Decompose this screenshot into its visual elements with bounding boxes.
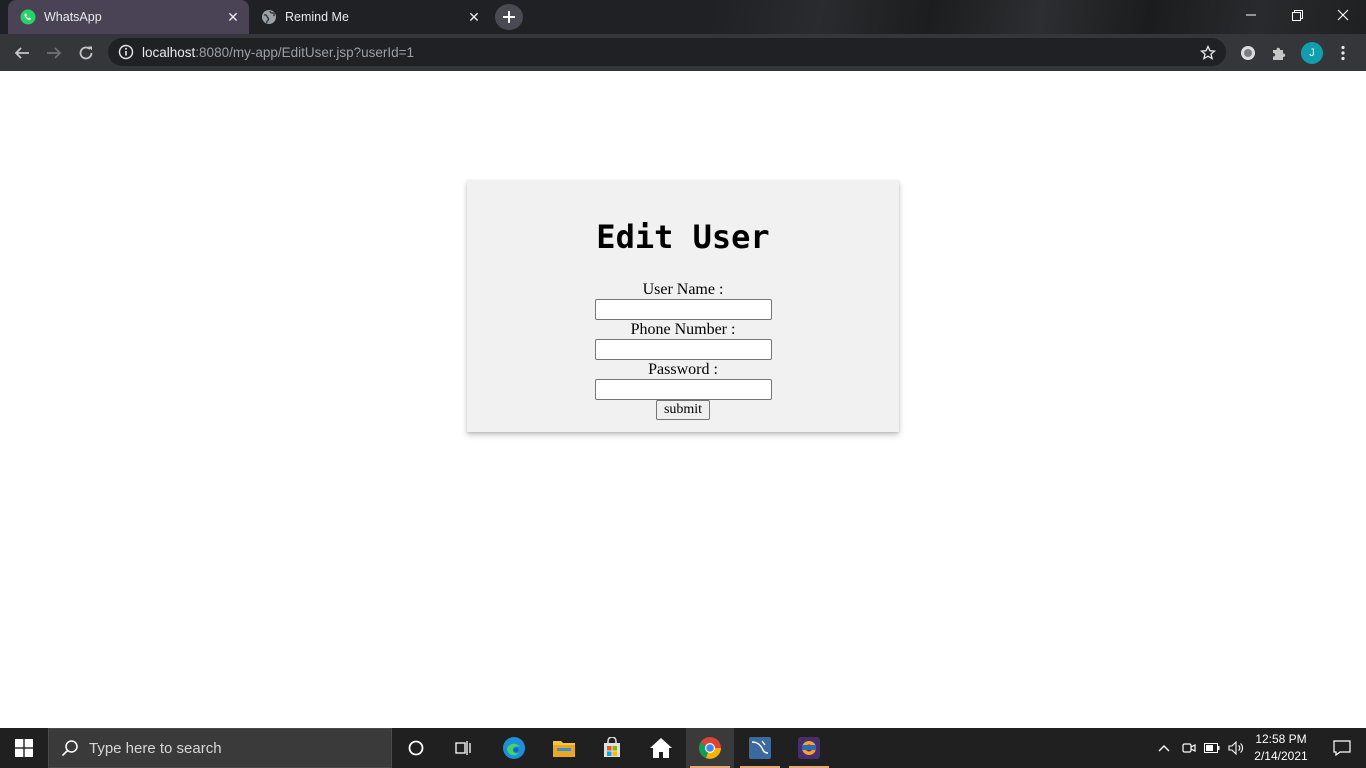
edge-icon — [503, 737, 525, 759]
mysql-workbench-icon — [749, 737, 771, 759]
taskbar-mysql-workbench[interactable] — [736, 728, 784, 768]
chrome-icon — [699, 737, 721, 759]
taskbar-search-box[interactable]: Type here to search — [48, 728, 392, 768]
volume-icon[interactable] — [1224, 728, 1248, 768]
clock-time: 12:58 PM — [1255, 732, 1307, 746]
whatsapp-icon — [20, 9, 36, 25]
submit-button[interactable]: submit — [655, 400, 711, 420]
battery-icon[interactable] — [1201, 728, 1223, 768]
extensions-puzzle-icon[interactable] — [1266, 40, 1292, 66]
browser-toolbar: localhost:8080/my-app/EditUser.jsp?userI… — [0, 34, 1366, 71]
username-label: User Name : — [642, 281, 724, 298]
forward-button[interactable] — [41, 40, 67, 66]
taskbar-file-explorer[interactable] — [540, 728, 588, 768]
extension-circle-icon[interactable] — [1235, 40, 1261, 66]
tab-title: Remind Me — [285, 10, 349, 24]
taskbar-store[interactable] — [588, 728, 636, 768]
phone-number-label: Phone Number : — [630, 321, 736, 338]
close-window-button[interactable] — [1320, 0, 1366, 30]
taskbar-chrome[interactable] — [686, 728, 734, 768]
clock-date: 2/14/2021 — [1254, 749, 1308, 763]
restore-button[interactable] — [1274, 0, 1320, 30]
start-button[interactable] — [0, 728, 48, 768]
reload-icon — [79, 46, 93, 60]
meet-now-icon[interactable] — [1178, 728, 1200, 768]
password-input[interactable] — [594, 379, 772, 400]
back-button[interactable] — [9, 40, 35, 66]
task-view-button[interactable] — [440, 728, 488, 768]
store-bag-icon — [604, 737, 620, 757]
action-center-button[interactable] — [1318, 728, 1366, 768]
windows-logo-icon — [15, 739, 33, 757]
folder-icon — [553, 741, 575, 757]
tab-remind-me[interactable]: Remind Me ✕ — [249, 0, 490, 34]
minimize-button[interactable] — [1228, 0, 1274, 30]
close-tab-icon[interactable]: ✕ — [221, 5, 245, 29]
cortana-circle-icon — [408, 740, 424, 756]
tab-whatsapp[interactable]: WhatsApp ✕ — [8, 0, 249, 34]
taskbar-home[interactable] — [637, 728, 685, 768]
home-icon — [650, 738, 672, 758]
username-input[interactable] — [594, 299, 772, 320]
reload-button[interactable] — [73, 40, 99, 66]
globe-icon — [261, 9, 277, 25]
page-title: Edit User — [596, 218, 770, 256]
search-icon — [61, 740, 78, 757]
system-clock[interactable]: 12:58 PM 2/14/2021 — [1250, 731, 1312, 765]
taskbar-edge[interactable] — [490, 728, 538, 768]
password-label: Password : — [648, 361, 718, 378]
address-bar[interactable]: localhost:8080/my-app/EditUser.jsp?userI… — [108, 38, 1226, 66]
menu-kebab-icon[interactable] — [1330, 40, 1356, 66]
taskbar-java-ide[interactable] — [785, 728, 833, 768]
phone-number-input[interactable] — [594, 339, 772, 360]
tab-title: WhatsApp — [44, 10, 102, 24]
edit-user-card: Edit User User Name : Phone Number : Pas… — [467, 180, 899, 432]
show-hidden-icons-chevron-icon[interactable] — [1152, 728, 1176, 768]
forward-arrow-icon — [47, 47, 62, 59]
tab-strip: WhatsApp ✕ Remind Me ✕ — [0, 0, 1366, 34]
new-tab-button[interactable] — [495, 4, 523, 30]
search-placeholder: Type here to search — [89, 739, 222, 757]
windows-taskbar: Type here to search 12:58 PM 2/14/2021 — [0, 728, 1366, 768]
cortana-button[interactable] — [392, 728, 440, 768]
notification-icon — [1333, 740, 1351, 756]
info-icon — [118, 44, 134, 60]
edit-user-form: User Name : Phone Number : Password : su… — [467, 280, 899, 420]
task-view-icon — [455, 741, 471, 755]
close-tab-icon[interactable]: ✕ — [462, 5, 486, 29]
bookmark-star-icon[interactable] — [1195, 40, 1221, 66]
url-text: localhost:8080/my-app/EditUser.jsp?userI… — [142, 44, 415, 60]
plus-icon — [503, 11, 515, 23]
java-ide-icon — [798, 737, 820, 759]
profile-avatar[interactable]: J — [1301, 42, 1323, 64]
back-arrow-icon — [14, 47, 29, 59]
